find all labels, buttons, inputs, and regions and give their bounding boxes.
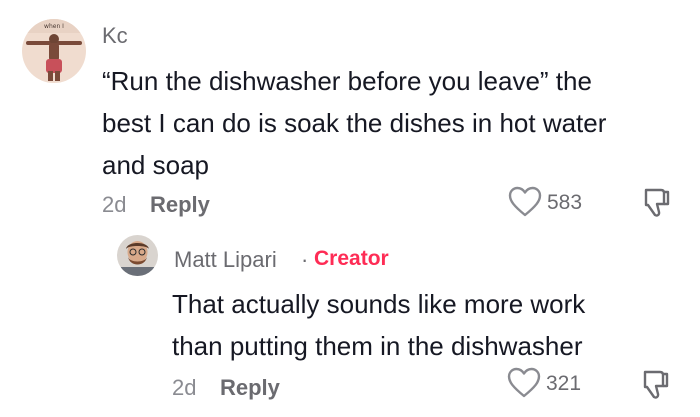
commenter-avatar[interactable]: when I (22, 19, 86, 83)
comment-timestamp: 2d (102, 192, 127, 217)
creator-avatar-image (117, 235, 158, 276)
comment-text-line: best I can do is soak the dishes in hot … (102, 108, 607, 138)
comment-text-line: and soap (102, 150, 209, 180)
comment-reply-button[interactable]: Reply (150, 192, 210, 218)
reply-reply-button[interactable]: Reply (220, 375, 280, 401)
reply-like-count: 321 (546, 372, 582, 395)
thumbs-down-outline-icon[interactable] (642, 187, 670, 219)
avatar-caption: when I (44, 23, 64, 30)
comment-text-line: “Run the dishwasher before you leave” th… (102, 66, 592, 96)
thumbs-down-outline-icon[interactable] (641, 369, 669, 401)
heart-outline-icon[interactable] (508, 186, 542, 218)
reply-text-line: That actually sounds like more work (172, 289, 586, 319)
creator-badge: Creator (314, 247, 389, 270)
commenter-username[interactable]: Kc (102, 23, 128, 49)
commenter-avatar-image: when I (22, 19, 86, 83)
reply-timestamp: 2d (172, 375, 197, 400)
comment-text: “Run the dishwasher before you leave” th… (102, 60, 606, 186)
creator-username[interactable]: Matt Lipari (174, 247, 277, 273)
reply-text: That actually sounds like more work than… (172, 283, 585, 367)
comment-like-count: 583 (547, 191, 583, 214)
creator-separator: · (301, 247, 309, 272)
heart-outline-icon[interactable] (507, 367, 541, 399)
creator-avatar[interactable] (117, 235, 158, 276)
reply-text-line: than putting them in the dishwasher (172, 331, 583, 361)
